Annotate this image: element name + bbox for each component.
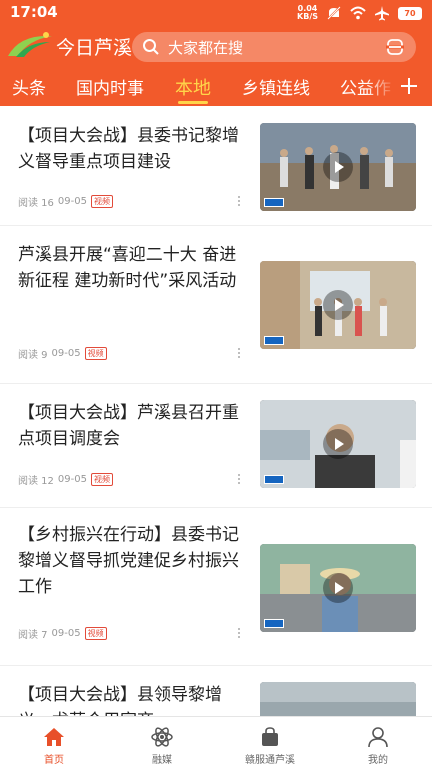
app-logo: 今日芦溪	[6, 30, 136, 60]
read-count: 阅读 7	[18, 630, 48, 641]
nav-media[interactable]: 融媒	[108, 717, 216, 768]
news-title: 【乡村振兴在行动】县委书记黎增义督导抓党建促乡村振兴工作	[18, 525, 239, 597]
atom-icon	[151, 727, 173, 747]
nav-label: 我的	[368, 755, 388, 766]
read-count: 阅读 12	[18, 476, 54, 487]
network-speed: 0.04 KB/S	[297, 5, 318, 21]
logo-swoosh-icon	[8, 32, 52, 57]
thumbnail-image	[260, 682, 416, 716]
more-options-icon[interactable]	[236, 472, 242, 486]
more-options-icon[interactable]	[236, 194, 242, 208]
play-icon	[323, 573, 353, 603]
app-name: 今日芦溪	[56, 37, 133, 59]
network-speed-unit: KB/S	[297, 12, 318, 21]
publish-date: 09-05	[51, 628, 81, 639]
play-icon	[323, 152, 353, 182]
app-screen: 17:04 0.04 KB/S 70 今日芦溪 大家都在搜 头条 国内时事 本地…	[0, 0, 432, 768]
scan-icon[interactable]	[386, 38, 404, 56]
status-time: 17:04	[10, 3, 58, 21]
search-icon	[143, 39, 159, 55]
tab-headlines[interactable]: 头条	[12, 74, 46, 99]
news-title: 【项目大会战】县委书记黎增义督导重点项目建设	[18, 126, 239, 172]
search-placeholder: 大家都在搜	[168, 38, 244, 57]
video-thumbnail[interactable]	[260, 544, 416, 632]
mute-icon	[327, 6, 341, 20]
news-feed: 【项目大会战】县委书记黎增义督导重点项目建设 阅读 16 09-05 视频 芦溪…	[0, 106, 432, 716]
channel-tag-icon	[264, 619, 284, 628]
video-badge: 视频	[90, 195, 113, 208]
news-item[interactable]: 【项目大会战】芦溪县召开重点项目调度会 阅读 12 09-05 视频	[0, 384, 432, 508]
news-item[interactable]: 【项目大会战】县委书记黎增义督导重点项目建设 阅读 16 09-05 视频	[0, 106, 432, 226]
nav-home[interactable]: 首页	[0, 717, 108, 768]
search-bar[interactable]: 大家都在搜	[132, 32, 416, 62]
news-meta: 阅读 7 09-05 视频	[18, 626, 107, 641]
read-count: 阅读 9	[18, 350, 48, 361]
news-meta: 阅读 12 09-05 视频	[18, 472, 113, 487]
category-tabs: 头条 国内时事 本地 乡镇连线 公益作	[0, 70, 432, 106]
publish-date: 09-05	[57, 196, 87, 207]
play-icon	[323, 290, 353, 320]
video-badge: 视频	[84, 347, 107, 360]
more-options-icon[interactable]	[236, 626, 242, 640]
status-bar: 17:04 0.04 KB/S 70	[0, 0, 432, 26]
news-item[interactable]: 【项目大会战】县领导黎增义、尤芬合用家商	[0, 666, 432, 716]
news-item[interactable]: 【乡村振兴在行动】县委书记黎增义督导抓党建促乡村振兴工作 阅读 7 09-05 …	[0, 508, 432, 666]
tab-township[interactable]: 乡镇连线	[242, 74, 310, 99]
tab-local[interactable]: 本地	[175, 74, 211, 100]
nav-label: 首页	[44, 755, 64, 766]
news-meta: 阅读 16 09-05 视频	[18, 194, 113, 209]
wifi-icon	[350, 6, 366, 20]
nav-gan-service[interactable]: 赣服通芦溪	[216, 717, 324, 768]
news-title: 芦溪县开展“喜迎二十大 奋进新征程 建功新时代”采风活动	[18, 245, 237, 291]
active-tab-indicator	[178, 101, 208, 104]
status-icons: 0.04 KB/S 70	[297, 4, 422, 22]
news-item[interactable]: 芦溪县开展“喜迎二十大 奋进新征程 建功新时代”采风活动 阅读 9 09-05 …	[0, 226, 432, 384]
tab-domestic-news[interactable]: 国内时事	[76, 74, 144, 99]
publish-date: 09-05	[57, 474, 87, 485]
play-icon	[323, 429, 353, 459]
news-title: 【项目大会战】芦溪县召开重点项目调度会	[18, 403, 239, 449]
publish-date: 09-05	[51, 348, 81, 359]
top-header: 17:04 0.04 KB/S 70 今日芦溪 大家都在搜 头条 国内时事 本地…	[0, 0, 432, 106]
channel-tag-icon	[264, 475, 284, 484]
video-thumbnail[interactable]	[260, 123, 416, 211]
news-title: 【项目大会战】县领导黎增义、尤芬合用家商	[18, 685, 222, 716]
nav-label: 融媒	[152, 755, 172, 766]
nav-profile[interactable]: 我的	[324, 717, 432, 768]
bag-icon	[262, 727, 278, 746]
profile-icon	[368, 727, 388, 748]
nav-label: 赣服通芦溪	[245, 755, 295, 766]
video-thumbnail[interactable]	[260, 682, 416, 716]
airplane-icon	[375, 6, 389, 21]
bottom-navigation: 首页 融媒 赣服通芦溪 我的	[0, 716, 432, 768]
home-icon	[44, 728, 64, 746]
read-count: 阅读 16	[18, 198, 54, 209]
video-thumbnail[interactable]	[260, 261, 416, 349]
tabs-fade	[366, 70, 396, 106]
video-badge: 视频	[84, 627, 107, 640]
more-options-icon[interactable]	[236, 346, 242, 360]
channel-tag-icon	[264, 198, 284, 207]
add-channel-icon[interactable]	[398, 75, 420, 97]
video-badge: 视频	[90, 473, 113, 486]
video-thumbnail[interactable]	[260, 400, 416, 488]
battery-icon: 70	[398, 6, 422, 20]
channel-tag-icon	[264, 336, 284, 345]
news-meta: 阅读 9 09-05 视频	[18, 346, 107, 361]
